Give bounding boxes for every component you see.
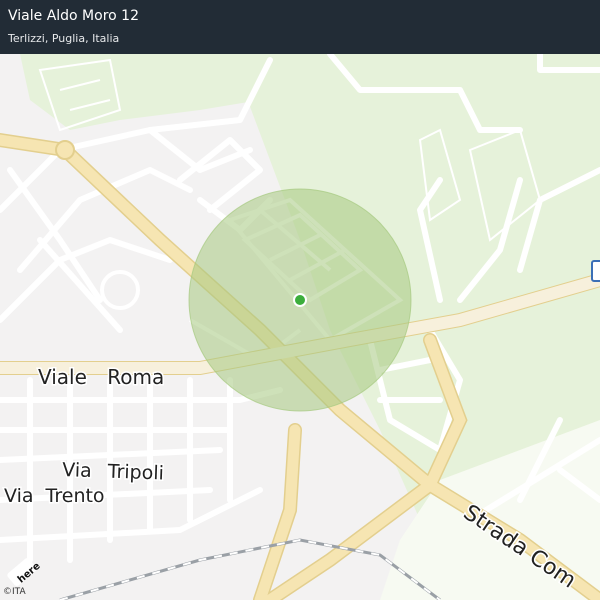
road-shield-icon — [591, 260, 600, 282]
address-subtitle: Terlizzi, Puglia, Italia — [8, 32, 120, 45]
location-dot[interactable] — [295, 295, 305, 305]
street-label-via-trento: Via Trento — [4, 485, 105, 507]
address-title: Viale Aldo Moro 12 — [8, 8, 139, 24]
here-logo-icon: here — [7, 558, 40, 586]
street-label-via-tripoli: Via Tripoli — [62, 459, 164, 485]
location-header: Viale Aldo Moro 12 Terlizzi, Puglia, Ita… — [0, 0, 600, 54]
copyright-text: ©ITA — [3, 587, 26, 597]
street-label-viale-roma: Viale Roma — [38, 365, 164, 389]
map-canvas[interactable]: Viale Roma Via Tripoli Via Trento Strada… — [0, 0, 600, 600]
roundabout — [55, 140, 75, 160]
